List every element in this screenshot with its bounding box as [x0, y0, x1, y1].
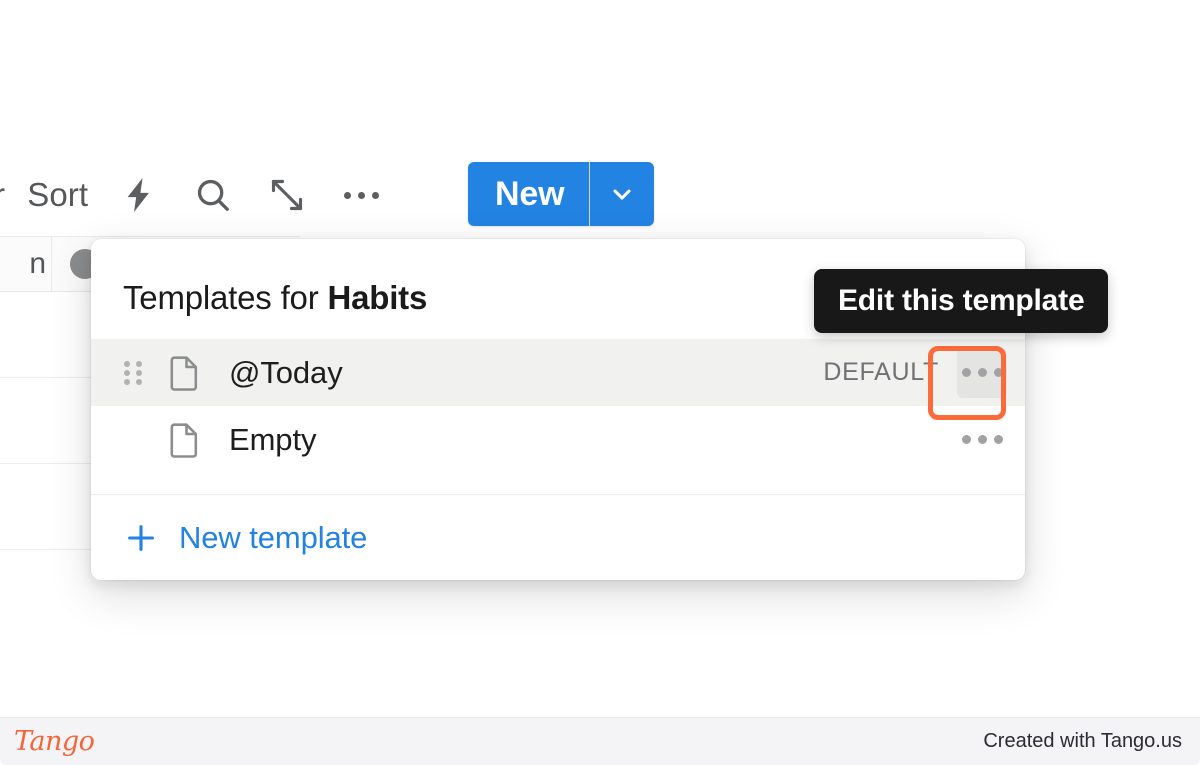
- more-dots: [961, 435, 1003, 444]
- expand-icon[interactable]: [264, 172, 310, 218]
- default-badge: DEFAULT: [823, 358, 939, 386]
- template-row-today[interactable]: @Today DEFAULT: [91, 339, 1025, 406]
- screenshot-page: n r Sort: [0, 0, 1200, 765]
- tango-logo: Tango: [14, 726, 95, 757]
- more-options-icon[interactable]: [338, 172, 384, 218]
- lightning-icon[interactable]: [116, 172, 162, 218]
- template-row-actions: [939, 415, 1025, 465]
- plus-icon: [121, 521, 161, 555]
- tooltip: Edit this template: [814, 269, 1109, 333]
- more-dots: [961, 368, 1003, 377]
- chevron-down-icon: [613, 189, 631, 200]
- popup-title-target: Habits: [327, 279, 428, 316]
- sort-button[interactable]: Sort: [27, 176, 88, 214]
- template-row-menu-button[interactable]: [957, 415, 1007, 465]
- popup-title-prefix: Templates for: [123, 279, 328, 316]
- template-row-menu-button[interactable]: [957, 347, 1007, 398]
- table-header-cell-name: n: [0, 237, 52, 291]
- footer: Tango Created with Tango.us: [0, 717, 1200, 765]
- footer-credit: Created with Tango.us: [983, 730, 1182, 752]
- toolbar-partial-label: r: [0, 176, 5, 214]
- document-icon: [168, 355, 202, 391]
- search-icon[interactable]: [190, 172, 236, 218]
- new-button-group: New: [468, 162, 655, 226]
- template-row-empty[interactable]: Empty: [91, 406, 1025, 473]
- template-row-actions: DEFAULT: [823, 347, 1025, 398]
- more-dots: [343, 191, 379, 199]
- new-button[interactable]: New: [468, 162, 590, 226]
- new-button-dropdown[interactable]: [590, 162, 655, 226]
- new-template-button[interactable]: New template: [91, 495, 1025, 580]
- tooltip-text: Edit this template: [838, 284, 1085, 317]
- document-icon: [168, 422, 202, 458]
- template-name: Empty: [229, 421, 317, 457]
- new-template-label: New template: [179, 519, 368, 555]
- drag-handle-icon[interactable]: [124, 360, 158, 386]
- template-name: @Today: [229, 354, 343, 390]
